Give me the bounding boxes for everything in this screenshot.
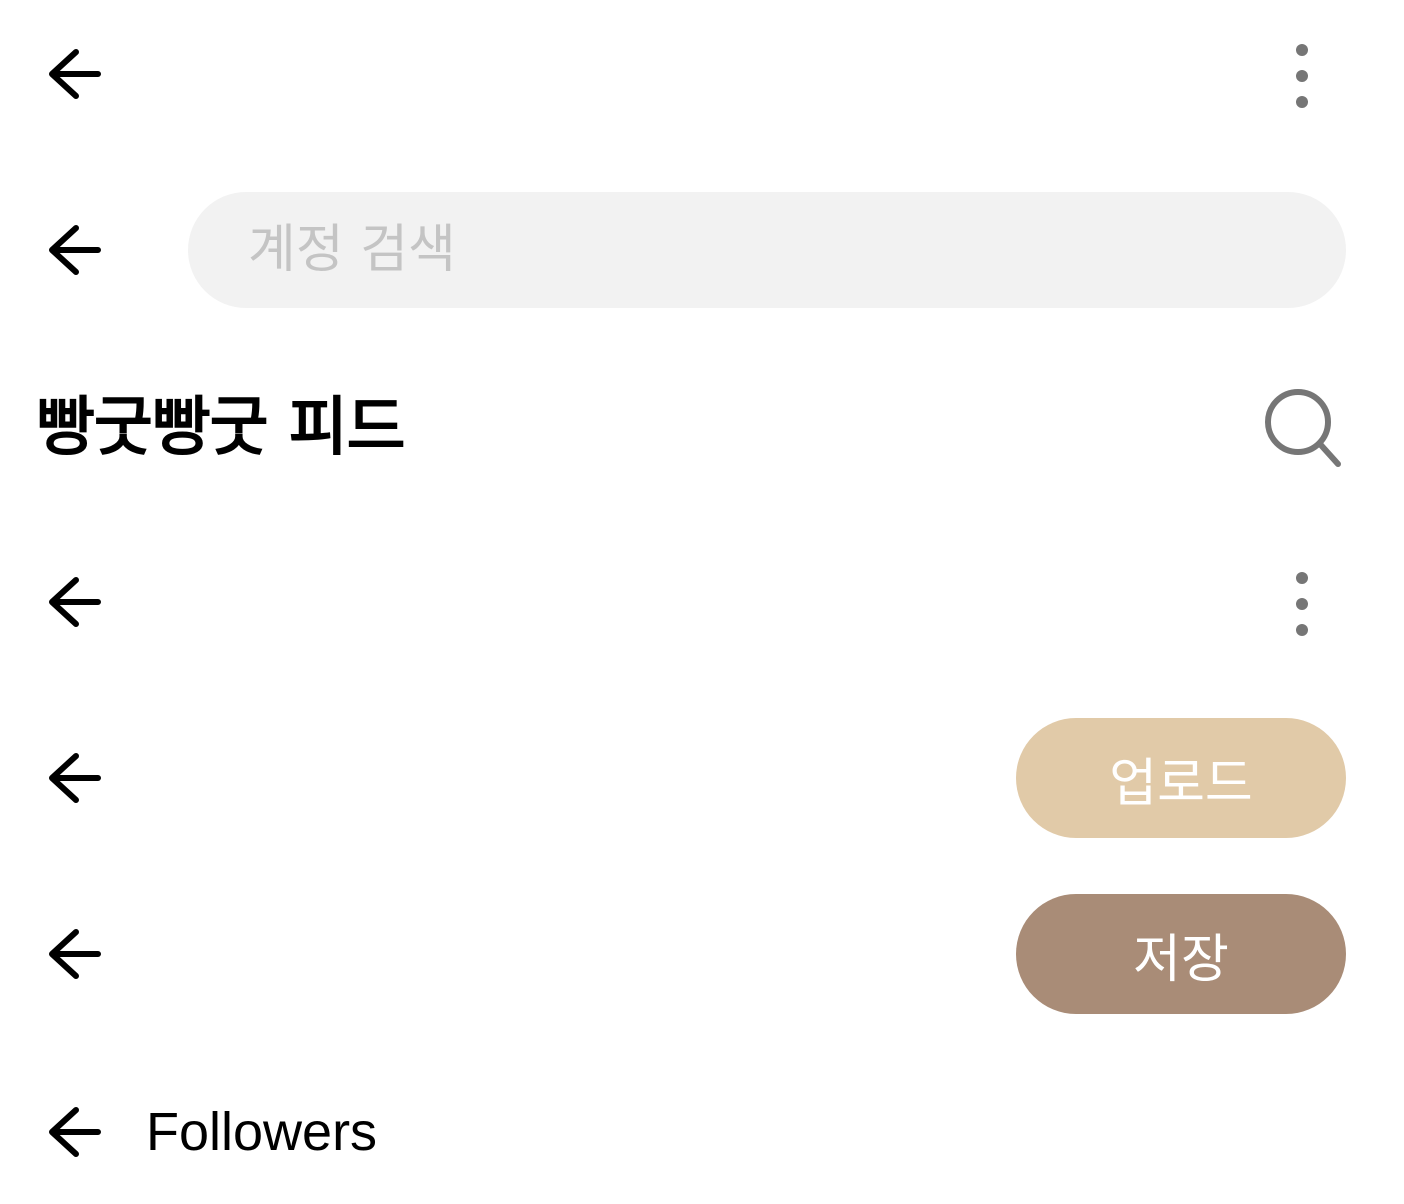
more-vertical-icon[interactable]	[1266, 562, 1338, 642]
top-bar-basic	[0, 34, 1404, 114]
top-bar-feed: 빵굿빵굿 피드	[0, 380, 1404, 476]
top-bar-search	[0, 190, 1404, 310]
top-bar-basic	[0, 562, 1404, 642]
arrow-left-icon[interactable]	[36, 212, 112, 288]
upload-button[interactable]: 업로드	[1016, 718, 1346, 838]
page-title: 빵굿빵굿 피드	[36, 391, 406, 465]
top-bar-followers: Followers	[0, 1092, 1404, 1172]
account-search-input[interactable]	[188, 192, 1346, 308]
save-button[interactable]: 저장	[1016, 894, 1346, 1014]
arrow-left-icon[interactable]	[36, 36, 112, 112]
more-vertical-icon[interactable]	[1266, 34, 1338, 114]
arrow-left-icon[interactable]	[36, 564, 112, 640]
top-bar-save: 저장	[0, 894, 1404, 1014]
page-title: Followers	[146, 1102, 378, 1162]
arrow-left-icon[interactable]	[36, 916, 112, 992]
arrow-left-icon[interactable]	[36, 1094, 112, 1170]
top-bar-upload: 업로드	[0, 718, 1404, 838]
arrow-left-icon[interactable]	[36, 740, 112, 816]
search-icon[interactable]	[1260, 386, 1344, 470]
